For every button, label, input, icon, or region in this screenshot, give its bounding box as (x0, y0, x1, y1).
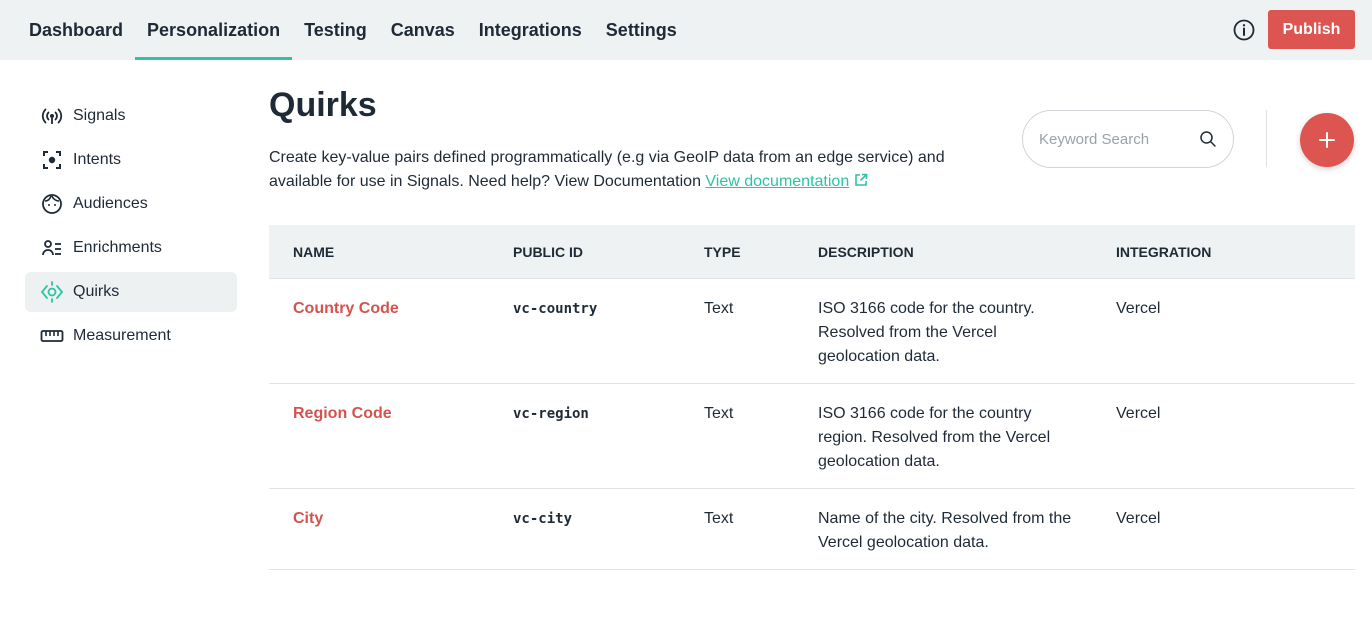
quirk-name-link[interactable]: Region Code (293, 402, 392, 426)
top-nav-bar: Dashboard Personalization Testing Canvas… (0, 0, 1372, 60)
quirk-integration: Vercel (1116, 300, 1161, 317)
table-row[interactable]: Country Code vc-country Text ISO 3166 co… (269, 279, 1355, 384)
tab-personalization[interactable]: Personalization (135, 0, 293, 60)
search-icon[interactable] (1199, 130, 1217, 148)
column-header-integration: INTEGRATION (1116, 244, 1212, 260)
sidebar-item-intents[interactable]: Intents (25, 140, 237, 180)
intents-icon (40, 148, 64, 172)
page-description: Create key-value pairs defined programma… (269, 146, 989, 194)
column-header-description: DESCRIPTION (818, 244, 914, 260)
sidebar-item-enrichments[interactable]: Enrichments (25, 228, 237, 268)
sidebar-item-label: Audiences (73, 195, 148, 212)
sidebar: Signals Intents Audiences Enrichments Qu… (25, 96, 237, 360)
quirk-description: ISO 3166 code for the country region. Re… (818, 405, 1051, 470)
tab-integrations[interactable]: Integrations (467, 0, 594, 60)
main-tabs: Dashboard Personalization Testing Canvas… (17, 0, 689, 60)
quirk-name-link[interactable]: City (293, 507, 323, 531)
quirk-type: Text (704, 405, 734, 422)
quirk-integration: Vercel (1116, 510, 1161, 527)
sidebar-item-label: Intents (73, 151, 122, 168)
search-box (1022, 110, 1234, 168)
sidebar-item-label: Enrichments (73, 239, 162, 256)
measurement-icon (40, 324, 64, 348)
sidebar-item-label: Measurement (73, 327, 171, 344)
sidebar-item-audiences[interactable]: Audiences (25, 184, 237, 224)
search-input[interactable] (1039, 130, 1189, 148)
plus-icon (1319, 132, 1335, 148)
tab-testing[interactable]: Testing (292, 0, 379, 60)
quirks-icon (40, 280, 64, 304)
column-header-type: TYPE (704, 244, 741, 260)
column-header-name: NAME (293, 244, 335, 260)
enrichments-icon (40, 236, 64, 260)
external-link-icon[interactable] (854, 171, 868, 186)
table-row[interactable]: City vc-city Text Name of the city. Reso… (269, 489, 1355, 570)
table-header: NAME PUBLIC ID TYPE DESCRIPTION INTEGRAT… (269, 225, 1355, 279)
quirk-public-id: vc-city (513, 511, 573, 527)
signals-icon (40, 104, 64, 128)
quirk-integration: Vercel (1116, 405, 1161, 422)
info-icon[interactable] (1232, 18, 1256, 42)
add-quirk-button[interactable] (1300, 113, 1354, 167)
quirk-public-id: vc-region (513, 406, 589, 422)
quirk-type: Text (704, 510, 734, 527)
quirk-public-id: vc-country (513, 301, 598, 317)
tab-canvas[interactable]: Canvas (379, 0, 467, 60)
quirk-description: Name of the city. Resolved from the Verc… (818, 510, 1072, 551)
quirk-description: ISO 3166 code for the country. Resolved … (818, 300, 1035, 365)
publish-button[interactable]: Publish (1268, 10, 1355, 49)
audiences-icon (40, 192, 64, 216)
header-divider (1266, 110, 1267, 167)
sidebar-item-signals[interactable]: Signals (25, 96, 237, 136)
view-documentation-link[interactable]: View documentation (705, 173, 849, 190)
sidebar-item-label: Signals (73, 107, 126, 124)
sidebar-item-label: Quirks (73, 283, 120, 300)
tab-settings[interactable]: Settings (594, 0, 689, 60)
table-row[interactable]: Region Code vc-region Text ISO 3166 code… (269, 384, 1355, 489)
sidebar-item-measurement[interactable]: Measurement (25, 316, 237, 356)
tab-dashboard[interactable]: Dashboard (17, 0, 135, 60)
page-title: Quirks (269, 86, 377, 124)
quirks-table: NAME PUBLIC ID TYPE DESCRIPTION INTEGRAT… (269, 225, 1355, 570)
sidebar-item-quirks[interactable]: Quirks (25, 272, 237, 312)
quirk-type: Text (704, 300, 734, 317)
column-header-public-id: PUBLIC ID (513, 244, 583, 260)
quirk-name-link[interactable]: Country Code (293, 297, 399, 321)
